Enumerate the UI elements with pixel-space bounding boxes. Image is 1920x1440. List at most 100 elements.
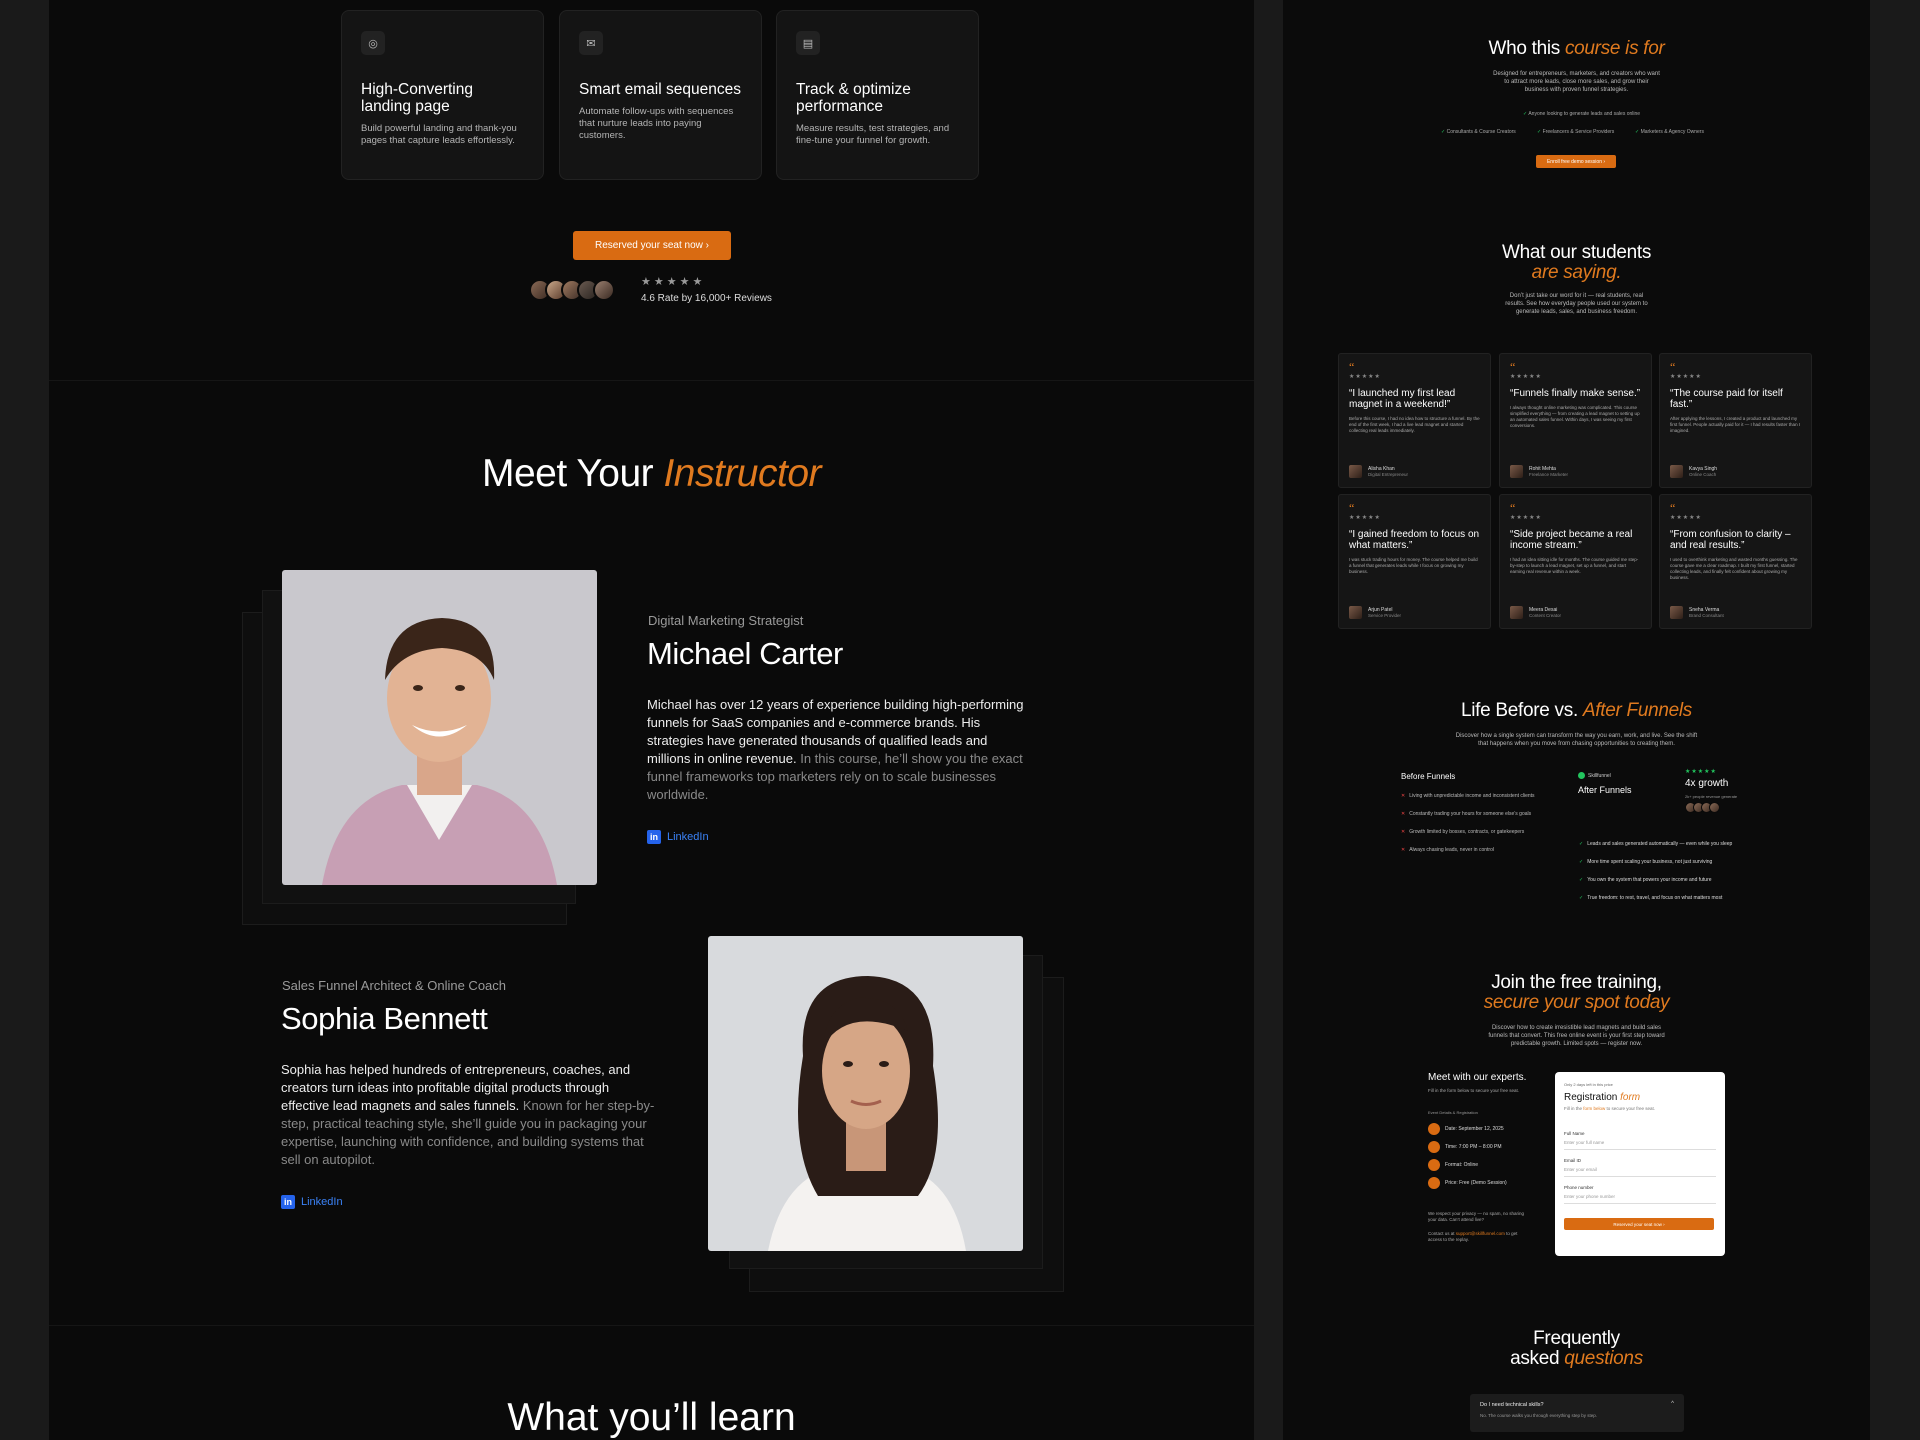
- what-you-learn-title: What you’ll learn: [507, 1396, 796, 1439]
- item-text: Growth limited by bosses, contracts, or …: [1409, 829, 1525, 835]
- feature-card-email-sequences: ✉ Smart email sequences Automate follow-…: [559, 10, 762, 180]
- quote-icon: “: [1510, 360, 1516, 374]
- enroll-demo-button[interactable]: Enroll free demo session ›: [1536, 155, 1616, 168]
- linkedin-icon: in: [647, 830, 661, 844]
- feature-card-track-optimize: ▤ Track & optimize performance Measure r…: [776, 10, 979, 180]
- email-input[interactable]: Enter your email: [1564, 1163, 1716, 1177]
- feature-title: Smart email sequences: [579, 81, 741, 98]
- event-details-label: Event Details & Registration: [1428, 1110, 1478, 1115]
- testimonial-author: Arjun Patel Service Provider: [1349, 606, 1401, 619]
- registration-title: Registration form: [1564, 1092, 1716, 1103]
- growth-stars: ★★★★★: [1685, 769, 1717, 775]
- clock-icon: [1428, 1141, 1440, 1153]
- calendar-icon: [1428, 1123, 1440, 1135]
- section-divider: [49, 1325, 1254, 1326]
- reviewer-avatars: [529, 279, 615, 301]
- instructor-name: Sophia Bennett: [281, 1001, 488, 1036]
- author-name: Meera Desai: [1529, 606, 1558, 613]
- growth-sub: 2k+ people revenue generate: [1685, 794, 1738, 799]
- form-fields: Full Name Enter your full name Email ID …: [1564, 1131, 1716, 1204]
- testimonial-card: “ ★★★★★ “I gained freedom to focus on wh…: [1338, 494, 1491, 629]
- detail-row: Format: Online: [1428, 1156, 1507, 1174]
- item-text: Always chasing leads, never in control: [1409, 847, 1494, 853]
- who-course-desc: Designed for entrepreneurs, marketers, a…: [1493, 71, 1660, 93]
- faq-item[interactable]: Do I need technical skills? No. The cour…: [1470, 1394, 1684, 1432]
- linkedin-link[interactable]: in LinkedIn: [281, 1195, 343, 1209]
- linkedin-icon: in: [281, 1195, 295, 1209]
- brand-name: Skillfunnel: [1588, 772, 1611, 779]
- title-accent: course is for: [1564, 38, 1665, 59]
- avatar: [1349, 606, 1362, 619]
- avatar: [1670, 606, 1683, 619]
- item-text: Living with unpredictable income and inc…: [1409, 793, 1535, 799]
- linkedin-link[interactable]: in LinkedIn: [647, 830, 709, 844]
- testimonial-title: “I gained freedom to focus on what matte…: [1349, 529, 1480, 551]
- item-text: You own the system that powers your inco…: [1587, 877, 1712, 883]
- testimonial-title: “Funnels finally make sense.”: [1510, 388, 1641, 399]
- privacy-note: We respect your privacy — no spam, no sh…: [1428, 1211, 1524, 1222]
- testimonial-body: After applying the lessons, I created a …: [1670, 416, 1801, 433]
- faq-question: Do I need technical skills?: [1480, 1402, 1544, 1408]
- growth-avatars: [1685, 802, 1720, 813]
- contact-email-link[interactable]: support@skillfunnel.com: [1456, 1231, 1505, 1236]
- quote-icon: “: [1670, 501, 1676, 515]
- audience-tag: ✓ Consultants & Course Creators: [1441, 129, 1516, 135]
- author-role: Freelance Marketer: [1529, 471, 1569, 477]
- phone-input[interactable]: Enter your phone number: [1564, 1190, 1716, 1204]
- mail-icon: ✉: [579, 31, 603, 55]
- full-name-input[interactable]: Enter your full name: [1564, 1136, 1716, 1150]
- testimonial-stars: ★★★★★: [1349, 515, 1381, 521]
- testimonial-body: I was stuck trading hours for money. The…: [1349, 557, 1478, 574]
- reserve-seat-button[interactable]: Reserved your seat now ›: [573, 231, 731, 260]
- audience-tag: ✓ Anyone looking to generate leads and s…: [1523, 111, 1641, 117]
- testimonial-body: I had an idea sitting idle for months. T…: [1510, 557, 1639, 574]
- registration-sub: Fill in the form below to secure your fr…: [1564, 1106, 1716, 1111]
- detail-text: Price: Free (Demo Session): [1445, 1180, 1507, 1186]
- landing-overview-panel: Who this course is for Designed for entr…: [1283, 0, 1870, 1440]
- instructor-role: Digital Marketing Strategist: [648, 613, 804, 628]
- tag-label: Marketers & Agency Owners: [1640, 129, 1704, 135]
- join-title-accent: secure your spot today: [1483, 992, 1670, 1013]
- life-before-after-title: Life Before vs. After Funnels: [1283, 700, 1870, 722]
- list-item: ✕ Growth limited by bosses, contracts, or…: [1401, 829, 1525, 835]
- rating-stars: ★★★★★: [641, 276, 706, 288]
- contact-text: Contact us at: [1428, 1231, 1456, 1236]
- students-title: What our students: [1501, 242, 1652, 263]
- growth-value: 4x growth: [1685, 778, 1729, 789]
- feature-desc: Measure results, test strategies, and fi…: [796, 123, 950, 146]
- author-name: Sneha Verma: [1689, 606, 1720, 613]
- testimonial-body: I always thought online marketing was co…: [1510, 405, 1640, 428]
- detail-row: Price: Free (Demo Session): [1428, 1174, 1507, 1192]
- title-part: Meet Your: [481, 452, 664, 495]
- tag-label: Anyone looking to generate leads and sal…: [1528, 111, 1641, 117]
- testimonial-author: Alisha Khan Digital Entrepreneur: [1349, 465, 1408, 478]
- quote-icon: “: [1670, 360, 1676, 374]
- item-text: True freedom: to rest, travel, and focus…: [1587, 895, 1723, 901]
- testimonial-title: “From confusion to clarity – and real re…: [1670, 529, 1791, 551]
- feature-card-landing-page: ◎ High-Converting landing page Build pow…: [341, 10, 544, 180]
- register-submit-button[interactable]: Reserved your seat now ›: [1564, 1218, 1714, 1230]
- instructor-photo-sophia: [708, 936, 1023, 1251]
- item-text: Leads and sales generated automatically …: [1587, 841, 1733, 847]
- ticket-icon: [1428, 1177, 1440, 1189]
- meet-experts-title: Meet with our experts.: [1428, 1072, 1527, 1083]
- testimonial-card: “ ★★★★★ “From confusion to clarity – and…: [1659, 494, 1812, 629]
- sub-text: Fill in the: [1564, 1106, 1584, 1111]
- feature-title: High-Converting landing page: [361, 81, 473, 115]
- title-part: asked: [1510, 1348, 1565, 1369]
- testimonial-stars: ★★★★★: [1510, 374, 1542, 380]
- audience-tag: ✓ Freelancers & Service Providers: [1537, 129, 1615, 135]
- meet-experts-sub: Fill in the form below to secure your fr…: [1428, 1088, 1520, 1093]
- avatar: [1510, 606, 1523, 619]
- before-title: Before Funnels: [1401, 772, 1456, 781]
- who-course-title: Who this course is for: [1283, 38, 1870, 60]
- testimonial-card: “ ★★★★★ “The course paid for itself fast…: [1659, 353, 1812, 488]
- detail-row: Time: 7:00 PM – 8:00 PM: [1428, 1138, 1507, 1156]
- chevron-up-icon[interactable]: ^: [1671, 1401, 1674, 1407]
- instructor-page-panel: ◎ High-Converting landing page Build pow…: [49, 0, 1254, 1440]
- globe-icon: ◎: [361, 31, 385, 55]
- feature-desc: Automate follow-ups with sequences that …: [579, 106, 734, 141]
- section-divider: [49, 380, 1254, 381]
- testimonial-card: “ ★★★★★ “Funnels finally make sense.” I …: [1499, 353, 1652, 488]
- author-role: Online Coach: [1689, 471, 1717, 477]
